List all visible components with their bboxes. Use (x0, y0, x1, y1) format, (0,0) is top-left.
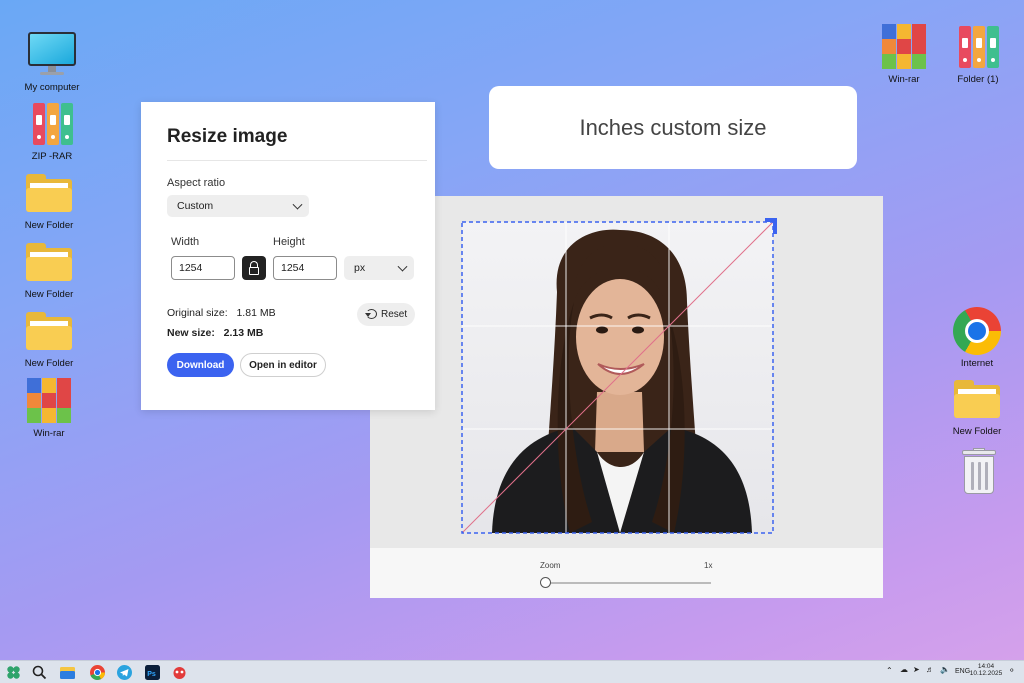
send-icon[interactable]: ➤ (913, 665, 920, 674)
photoshop-icon[interactable]: Ps (144, 664, 161, 681)
clock-time: 14:04 (977, 663, 995, 670)
taskbar: Ps ⌃ ☁ ➤ ♬ 🔈 ENG 14:04 10.12.2025 ⚬ (0, 660, 1024, 683)
desktop-icon-label: Internet (960, 358, 994, 369)
chevron-up-icon[interactable]: ⌃ (886, 666, 893, 675)
chrome-icon (952, 306, 1002, 356)
desktop-icon-recycle-bin[interactable] (941, 446, 1013, 496)
original-size: Original size: 1.81 MB (167, 307, 276, 319)
download-button[interactable]: Download (167, 353, 234, 377)
aspect-ratio-value: Custom (177, 200, 214, 212)
unit-value: px (354, 262, 366, 274)
desktop-icon-label: Win-rar (33, 428, 65, 439)
new-size: New size: 2.13 MB (167, 327, 263, 339)
width-input[interactable]: 1254 (171, 256, 235, 280)
desktop-icon-label: Win-rar (888, 74, 920, 85)
computer-icon (27, 30, 77, 80)
chevron-down-icon (292, 199, 303, 210)
clock[interactable]: 14:04 10.12.2025 (970, 663, 1003, 677)
trash-icon (952, 446, 1002, 496)
image-editor: Zoom 1x (370, 196, 883, 598)
reset-button[interactable]: Reset (357, 303, 415, 326)
desktop-icon-label: My computer (24, 82, 80, 93)
desktop-icon-folder-1[interactable]: Folder (1) (942, 22, 1014, 85)
width-label: Width (171, 236, 200, 248)
original-size-label: Original size: (167, 307, 228, 319)
height-label: Height (273, 236, 305, 248)
sound-icon[interactable]: 🔈 (940, 665, 950, 674)
divider (167, 160, 427, 161)
desktop-icon-label: New Folder (24, 289, 74, 300)
heading-card: Inches custom size (489, 86, 857, 169)
desktop-icon-zip-rar[interactable]: ZIP -RAR (16, 99, 88, 162)
desktop-icon-new-folder-2[interactable]: New Folder (13, 237, 85, 300)
resize-image-panel: Resize image Aspect ratio Custom Width H… (141, 102, 435, 410)
desktop-icon-label: Folder (1) (957, 74, 999, 85)
binders-icon (27, 99, 77, 149)
reset-label: Reset (381, 309, 408, 320)
desktop-icon-new-folder-3[interactable]: New Folder (13, 306, 85, 369)
binders-icon (953, 22, 1003, 72)
zoom-bar: Zoom 1x (370, 548, 883, 598)
zoom-slider-track[interactable] (546, 582, 711, 584)
folder-icon (952, 374, 1002, 424)
file-explorer-icon[interactable] (59, 664, 76, 681)
volume-icon[interactable]: ♬ (926, 665, 934, 674)
open-in-editor-button[interactable]: Open in editor (240, 353, 326, 377)
desktop-icon-label: ZIP -RAR (31, 151, 73, 162)
desktop-icon-label: New Folder (24, 220, 74, 231)
height-input[interactable]: 1254 (273, 256, 337, 280)
desktop-icon-win-rar[interactable]: Win-rar (13, 376, 85, 439)
lock-aspect-button[interactable] (242, 256, 266, 280)
notification-bell-icon[interactable]: ⚬ (1008, 665, 1016, 676)
desktop-icon-internet[interactable]: Internet (941, 306, 1013, 369)
image-canvas (370, 196, 883, 548)
chrome-icon[interactable] (89, 664, 106, 681)
folder-icon (24, 237, 74, 287)
svg-text:Ps: Ps (147, 671, 156, 678)
start-icon[interactable] (5, 664, 22, 681)
desktop-icon-label: New Folder (24, 358, 74, 369)
aspect-ratio-select[interactable]: Custom (167, 195, 309, 217)
new-size-value: 2.13 MB (223, 327, 264, 339)
app-icon[interactable] (171, 664, 188, 681)
unit-select[interactable]: px (344, 256, 414, 280)
desktop-icon-new-folder-1[interactable]: New Folder (13, 168, 85, 231)
crop-overlay[interactable] (370, 196, 883, 548)
desktop-icon-new-folder-right[interactable]: New Folder (941, 374, 1013, 437)
zoom-value: 1x (704, 561, 713, 570)
zoom-slider-handle[interactable] (540, 577, 551, 588)
folder-icon (24, 306, 74, 356)
winrar-icon (24, 376, 74, 426)
winrar-icon (879, 22, 929, 72)
aspect-ratio-label: Aspect ratio (167, 177, 226, 189)
cloud-icon[interactable]: ☁ (900, 665, 908, 674)
panel-title: Resize image (167, 126, 288, 147)
desktop-icon-win-rar-right[interactable]: Win-rar (868, 22, 940, 85)
new-size-label: New size: (167, 327, 215, 339)
original-size-value: 1.81 MB (236, 307, 276, 319)
chevron-down-icon (397, 261, 408, 272)
folder-icon (24, 168, 74, 218)
desktop-icon-my-computer[interactable]: My computer (16, 30, 88, 93)
clock-date: 10.12.2025 (969, 670, 1003, 677)
desktop-icon-label: New Folder (952, 426, 1002, 437)
zoom-label: Zoom (540, 561, 561, 570)
search-icon[interactable] (31, 664, 48, 681)
telegram-icon[interactable] (116, 664, 133, 681)
